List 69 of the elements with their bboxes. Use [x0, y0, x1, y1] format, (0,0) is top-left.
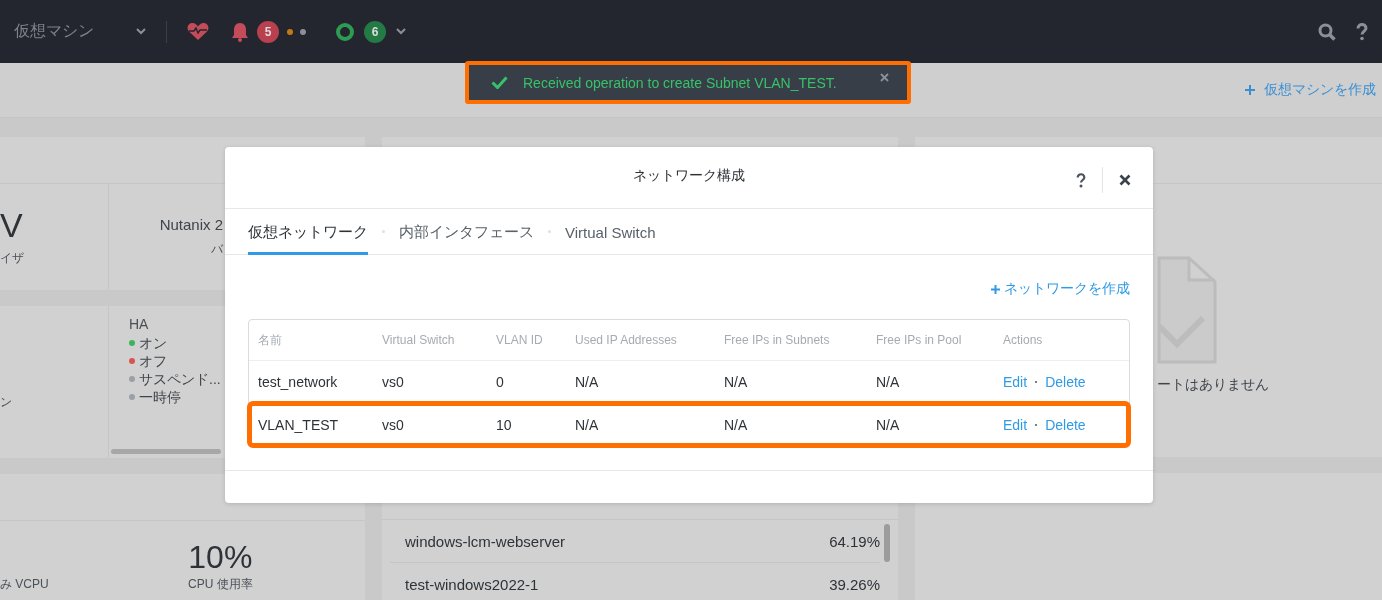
task-count-badge[interactable]: 6 — [364, 20, 386, 43]
table-cell-text: test_network — [258, 374, 339, 390]
version-label: バ — [211, 241, 223, 258]
plus-icon — [1245, 85, 1255, 95]
close-icon[interactable] — [1119, 174, 1131, 186]
chevron-down-icon[interactable] — [396, 28, 406, 35]
action-link[interactable]: Delete — [1045, 417, 1086, 433]
table-row[interactable]: test_network vs0 0 N/A N/A N/A Edit Delete — [249, 361, 1129, 403]
ring-icon[interactable] — [335, 21, 355, 42]
ha-state: サスペンド... — [139, 370, 221, 388]
heart-pulse-icon[interactable] — [187, 22, 209, 41]
tab[interactable]: 内部インタフェース — [399, 212, 534, 255]
column-header: 名前 — [258, 331, 283, 349]
column-header: VLAN ID — [496, 333, 544, 347]
dialog-title: ネットワーク構成 — [633, 166, 745, 185]
column-header: Free IPs in Pool — [876, 333, 963, 347]
version-value: Nutanix 2 — [159, 216, 223, 233]
empty-message: ートはありません — [1157, 376, 1269, 394]
hypervisor-value: V — [0, 207, 24, 242]
highlighted-row[interactable]: VLAN_TEST vs0 10 N/A N/A N/A Edit Delete — [249, 403, 1129, 446]
status-dot — [287, 28, 293, 35]
vm-usage: 64.19% — [829, 532, 880, 550]
toast-message: Received operation to create Subnet VLAN_TEST. — [523, 74, 837, 91]
tab[interactable]: 仮想ネットワーク — [248, 212, 368, 255]
hypervisor-label: イザ — [0, 249, 25, 267]
vm-name: windows-lcm-webserver — [405, 532, 566, 550]
check-icon — [491, 76, 508, 89]
ha-state: オン — [139, 334, 167, 352]
column-header: Free IPs in Subnets — [724, 333, 831, 347]
cpu-usage-label: CPU 使用率 — [188, 576, 253, 593]
action-link[interactable]: Edit — [1003, 374, 1028, 390]
table-cell-text: N/A — [575, 417, 600, 433]
status-dot — [300, 28, 306, 35]
vm-name: test-windows2022-1 — [405, 575, 539, 593]
help-icon[interactable] — [1076, 172, 1086, 188]
plus-icon — [991, 284, 1000, 294]
table-cell-text: 0 — [496, 374, 505, 390]
table-cell-text: N/A — [575, 374, 600, 390]
tab[interactable]: Virtual Switch — [565, 213, 656, 254]
action-link[interactable]: Edit — [1003, 417, 1028, 433]
scrollbar[interactable] — [111, 449, 221, 454]
create-vm-link[interactable]: 仮想マシンを作成 — [1245, 81, 1376, 99]
vcpu-label: み VCPU — [0, 576, 49, 593]
scrollbar[interactable] — [884, 524, 890, 562]
table-cell-text: vs0 — [382, 374, 405, 390]
column-header: Actions — [1003, 333, 1043, 347]
table-cell-text: N/A — [724, 374, 749, 390]
section-menu[interactable]: 仮想マシン — [14, 21, 134, 42]
vm-label: ン — [0, 393, 13, 411]
search-icon[interactable] — [1318, 22, 1336, 41]
column-header: Virtual Switch — [382, 333, 456, 347]
ha-state: オフ — [139, 352, 167, 370]
column-header: Used IP Addresses — [575, 333, 678, 347]
create-network-link[interactable]: ネットワークを作成 — [991, 280, 1130, 298]
ha-title: HA — [129, 316, 149, 332]
bell-icon[interactable] — [231, 21, 249, 42]
ha-state: 一時停 — [139, 388, 181, 406]
chevron-down-icon[interactable] — [136, 28, 146, 35]
table-cell-text: 10 — [496, 417, 513, 433]
vm-usage: 39.26% — [829, 575, 880, 593]
table-cell-text: N/A — [876, 374, 901, 390]
table-cell-text: vs0 — [382, 417, 405, 433]
alert-count-badge[interactable]: 5 — [257, 20, 279, 43]
help-icon[interactable] — [1356, 22, 1368, 41]
table-cell-text: VLAN_TEST — [258, 417, 340, 433]
table-cell-text: N/A — [876, 417, 901, 433]
cpu-usage-value: 10% — [188, 539, 253, 576]
table-cell-text: N/A — [724, 417, 749, 433]
action-link[interactable]: Delete — [1045, 374, 1086, 390]
